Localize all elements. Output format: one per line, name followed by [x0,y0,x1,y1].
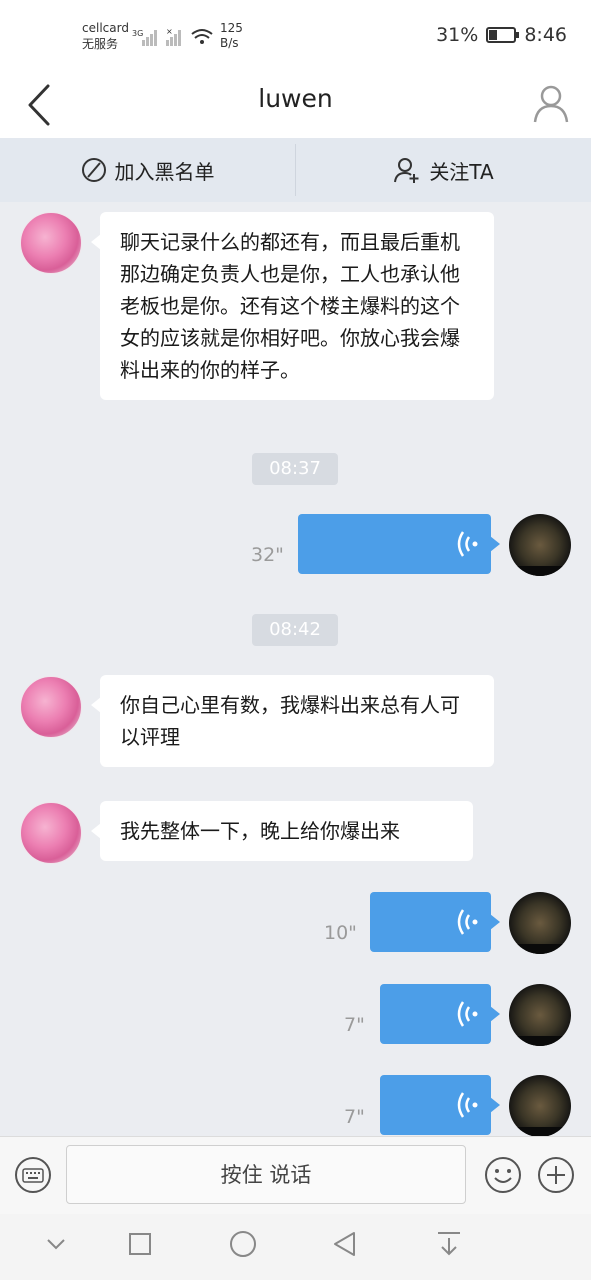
voice-wave-icon [457,1001,478,1027]
blacklist-button[interactable]: 加入黑名单 [0,138,295,202]
plus-icon [538,1157,574,1193]
my-avatar[interactable] [509,984,571,1046]
message-bubble[interactable]: 你自己心里有数，我爆料出来总有人可以评理 [91,675,494,767]
contact-avatar[interactable] [20,212,82,274]
person-icon [533,85,569,123]
voice-wave-icon [457,531,478,557]
download-icon[interactable] [434,1230,464,1260]
input-bar: 按住 说话 [0,1136,591,1214]
time-stamp: 08:42 [252,614,338,646]
voice-wave-icon [457,909,478,935]
hold-to-talk-button[interactable]: 按住 说话 [66,1145,466,1204]
follow-button[interactable]: 关注TA [296,138,591,202]
status-right: 31% 8:46 [436,24,567,46]
voice-message[interactable] [370,892,500,952]
battery-percent: 31% [436,24,479,46]
voice-duration: 7" [344,1014,365,1036]
emoji-icon [485,1157,521,1193]
time-stamp: 08:37 [252,453,338,485]
status-bar: cellcard 无服务 3G × 125 B/s 31% 8:46 [0,0,591,70]
chat-area[interactable]: 聊天记录什么的都还有，而且最后重机那边确定负责人也是你，工人也承认他老板也是你。… [0,202,591,1136]
voice-duration: 32" [251,544,284,566]
net-speed: 125 B/s [220,21,243,50]
clock: 8:46 [524,24,567,46]
contact-avatar[interactable] [20,802,82,864]
circle-icon[interactable] [228,1230,258,1260]
square-icon[interactable] [126,1230,154,1258]
my-avatar[interactable] [509,514,571,576]
service-status: 无服务 [82,37,119,51]
triangle-back-icon[interactable] [330,1230,360,1260]
emoji-button[interactable] [484,1156,522,1198]
keyboard-button[interactable] [14,1156,52,1198]
voice-duration: 10" [324,922,357,944]
keyboard-icon [15,1157,51,1193]
voice-duration: 7" [344,1106,365,1128]
battery-icon [486,27,520,43]
page-title: luwen [258,84,333,113]
title-bar: luwen [0,70,591,138]
follow-label: 关注TA [429,159,494,184]
action-bar: 加入黑名单 关注TA [0,138,591,202]
blacklist-label: 加入黑名单 [114,159,215,184]
svg-text:×: × [166,27,173,36]
chevron-down-icon[interactable] [42,1230,70,1258]
message-bubble[interactable]: 聊天记录什么的都还有，而且最后重机那边确定负责人也是你，工人也承认他老板也是你。… [91,212,494,400]
add-person-icon [394,158,419,183]
my-avatar[interactable] [509,892,571,954]
voice-message[interactable] [298,514,500,574]
voice-message[interactable] [380,984,500,1044]
carrier-info: cellcard 无服务 [82,20,129,52]
voice-message[interactable] [380,1075,500,1135]
svg-text:3G: 3G [132,29,143,38]
voice-wave-icon [457,1092,478,1118]
profile-button[interactable] [529,78,573,128]
contact-avatar[interactable] [20,676,82,738]
more-button[interactable] [537,1156,575,1198]
message-bubble[interactable]: 我先整体一下，晚上给你爆出来 [91,801,473,861]
system-nav-bar [0,1214,591,1280]
block-icon [81,158,106,182]
my-avatar[interactable] [509,1075,571,1136]
carrier-name: cellcard [82,21,129,35]
